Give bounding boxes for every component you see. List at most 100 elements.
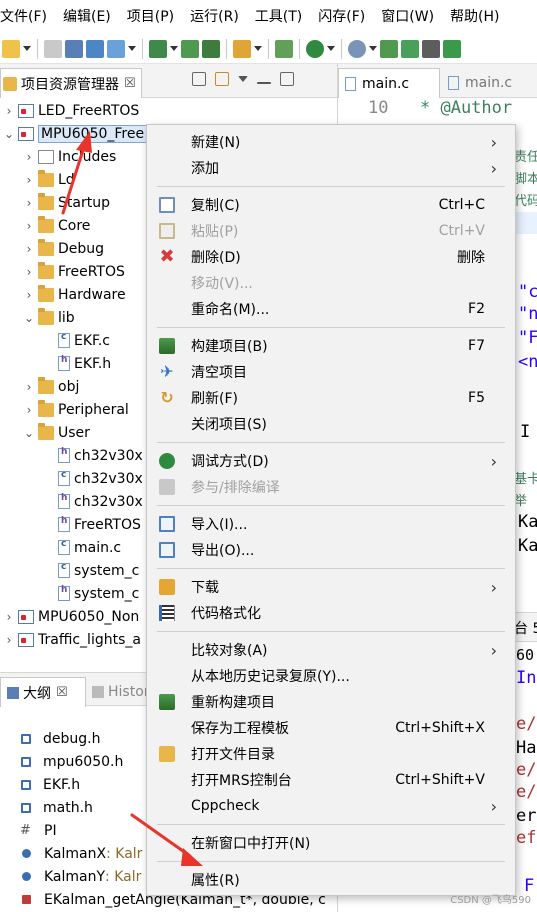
chevron-down-icon[interactable] — [128, 46, 136, 51]
menu-item-refresh[interactable]: ↻ 刷新(F) F5 — [147, 385, 515, 411]
tab-project-explorer[interactable]: 项目资源管理器 ☒ — [0, 68, 142, 98]
properties-icon[interactable] — [86, 39, 104, 58]
menu-window[interactable]: 窗口(W) — [373, 0, 442, 34]
menu-item-add[interactable]: 添加 › — [147, 155, 515, 181]
menu-help[interactable]: 帮助(H) — [442, 0, 507, 34]
chevron-right-icon[interactable]: › — [22, 196, 36, 210]
tree-item[interactable]: ch32v30x — [42, 467, 143, 490]
code-line[interactable]: * @Author — [420, 98, 512, 118]
menu-item-open-in-new-window[interactable]: 在新窗口中打开(N) — [147, 830, 515, 856]
menu-item-restore-from-history[interactable]: 从本地历史记录复原(Y)... — [147, 663, 515, 689]
build-all-icon[interactable] — [181, 39, 199, 58]
chevron-right-icon[interactable]: › — [2, 104, 16, 118]
menu-item-compare-with[interactable]: 比较对象(A) › — [147, 637, 515, 663]
tree-item[interactable]: › Startup — [22, 191, 110, 214]
chevron-right-icon[interactable]: › — [22, 403, 36, 417]
tree-item[interactable]: › Peripheral — [22, 398, 129, 421]
tree-item[interactable]: ⌄ lib — [22, 306, 75, 329]
tree-item[interactable]: EKF.h — [42, 352, 111, 375]
console-icon[interactable] — [275, 39, 293, 58]
menu-item-import[interactable]: 导入(I)... — [147, 511, 515, 537]
menu-tools[interactable]: 工具(T) — [247, 0, 310, 34]
build-icon[interactable] — [149, 39, 167, 58]
chevron-down-icon[interactable] — [254, 46, 262, 51]
menu-item-properties[interactable]: 属性(R) — [147, 867, 515, 893]
tree-item[interactable]: ch32v30x — [42, 444, 143, 467]
menu-item-rename[interactable]: 重命名(M)... F2 — [147, 296, 515, 322]
menu-edit[interactable]: 编辑(E) — [55, 0, 119, 34]
chevron-down-icon[interactable]: ⌄ — [22, 426, 36, 440]
tree-item[interactable]: main.c — [42, 536, 121, 559]
view-menu-icon[interactable] — [238, 76, 248, 82]
tree-item[interactable]: › Ld — [22, 168, 75, 191]
tree-item[interactable]: › FreeRTOS — [22, 260, 125, 283]
tree-item[interactable]: › Traffic_lights_a — [2, 628, 141, 651]
tab-console-label[interactable]: 台 5 — [514, 618, 537, 638]
menu-item-rebuild-project[interactable]: 重新构建项目 — [147, 689, 515, 715]
tree-item[interactable]: › Debug — [22, 237, 104, 260]
tree-item[interactable]: › Includes — [22, 145, 117, 168]
menu-item-open-mrs-console[interactable]: 打开MRS控制台 Ctrl+Shift+V — [147, 767, 515, 793]
download-icon[interactable] — [233, 39, 251, 58]
menu-item-download[interactable]: 下载 › — [147, 574, 515, 600]
chevron-right-icon[interactable]: › — [22, 242, 36, 256]
tree-item[interactable]: ch32v30x — [42, 490, 143, 513]
menu-flash[interactable]: 闪存(F) — [310, 0, 373, 34]
outline-item[interactable]: KalmanY : Kalr — [20, 865, 141, 888]
chevron-down-icon[interactable] — [23, 46, 31, 51]
outline-item[interactable]: KalmanX : Kalr — [20, 842, 142, 865]
chevron-down-icon[interactable]: ⌄ — [22, 311, 36, 325]
new-icon[interactable] — [2, 39, 20, 58]
tools-icon[interactable] — [107, 39, 125, 58]
menu-item-export[interactable]: 导出(O)... — [147, 537, 515, 563]
outline-item[interactable]: EKF.h — [20, 773, 80, 796]
menu-item-save-as-template[interactable]: 保存为工程模板 Ctrl+Shift+X — [147, 715, 515, 741]
maximize-icon[interactable] — [280, 72, 294, 86]
chevron-down-icon[interactable] — [170, 46, 178, 51]
outline-item[interactable]: mpu6050.h — [20, 750, 123, 773]
menu-file[interactable]: 文件(F) — [0, 0, 55, 34]
menu-item-delete[interactable]: ✖ 删除(D) 删除 — [147, 244, 515, 270]
menu-item-clean-project[interactable]: ✈ 清空项目 — [147, 359, 515, 385]
chip-icon[interactable] — [380, 39, 398, 58]
menu-item-debug-as[interactable]: 调试方式(D) › — [147, 448, 515, 474]
tree-item[interactable]: ⌄ MPU6050_Free — [2, 122, 148, 145]
menu-item-copy[interactable]: 复制(C) Ctrl+C — [147, 192, 515, 218]
run-icon[interactable] — [443, 39, 461, 58]
chevron-right-icon[interactable]: › — [2, 610, 16, 624]
outline-item[interactable]: math.h — [20, 796, 93, 819]
minimize-icon[interactable] — [257, 82, 271, 84]
menu-item-build-project[interactable]: 构建项目(B) F7 — [147, 333, 515, 359]
save-all-icon[interactable] — [65, 39, 83, 58]
outline-item[interactable]: # PI — [20, 819, 57, 842]
chevron-down-icon[interactable] — [327, 46, 335, 51]
menu-item-cppcheck[interactable]: Cppcheck › — [147, 793, 515, 819]
outline-item[interactable]: debug.h — [20, 727, 100, 750]
chevron-right-icon[interactable]: › — [22, 288, 36, 302]
library-icon[interactable] — [202, 39, 220, 58]
close-icon[interactable]: ☒ — [124, 76, 136, 91]
debug-icon[interactable] — [306, 39, 324, 58]
menu-item-close-project[interactable]: 关闭项目(S) — [147, 411, 515, 437]
tree-item[interactable]: › obj — [22, 375, 79, 398]
link-editor-icon[interactable] — [215, 72, 229, 86]
chevron-right-icon[interactable]: › — [22, 219, 36, 233]
tab-main-c[interactable]: main.c — [338, 68, 440, 98]
tab-main-c-2[interactable]: main.c — [442, 68, 512, 98]
chevron-right-icon[interactable]: › — [2, 633, 16, 647]
chevron-down-icon[interactable]: ⌄ — [2, 127, 16, 141]
tree-item[interactable]: system_c — [42, 559, 139, 582]
menu-item-open-file-directory[interactable]: 打开文件目录 — [147, 741, 515, 767]
chevron-down-icon[interactable] — [369, 46, 377, 51]
chevron-right-icon[interactable]: › — [22, 173, 36, 187]
tree-item[interactable]: system_c — [42, 582, 139, 605]
search-icon[interactable] — [348, 39, 366, 58]
menu-run[interactable]: 运行(R) — [182, 0, 247, 34]
menu-item-new[interactable]: 新建(N) › — [147, 129, 515, 155]
terminal-icon[interactable] — [422, 39, 440, 58]
tree-item[interactable]: › Hardware — [22, 283, 126, 306]
chevron-right-icon[interactable]: › — [22, 380, 36, 394]
chevron-right-icon[interactable]: › — [22, 265, 36, 279]
tree-item[interactable]: › Core — [22, 214, 90, 237]
tree-item[interactable]: › MPU6050_Non — [2, 605, 140, 628]
